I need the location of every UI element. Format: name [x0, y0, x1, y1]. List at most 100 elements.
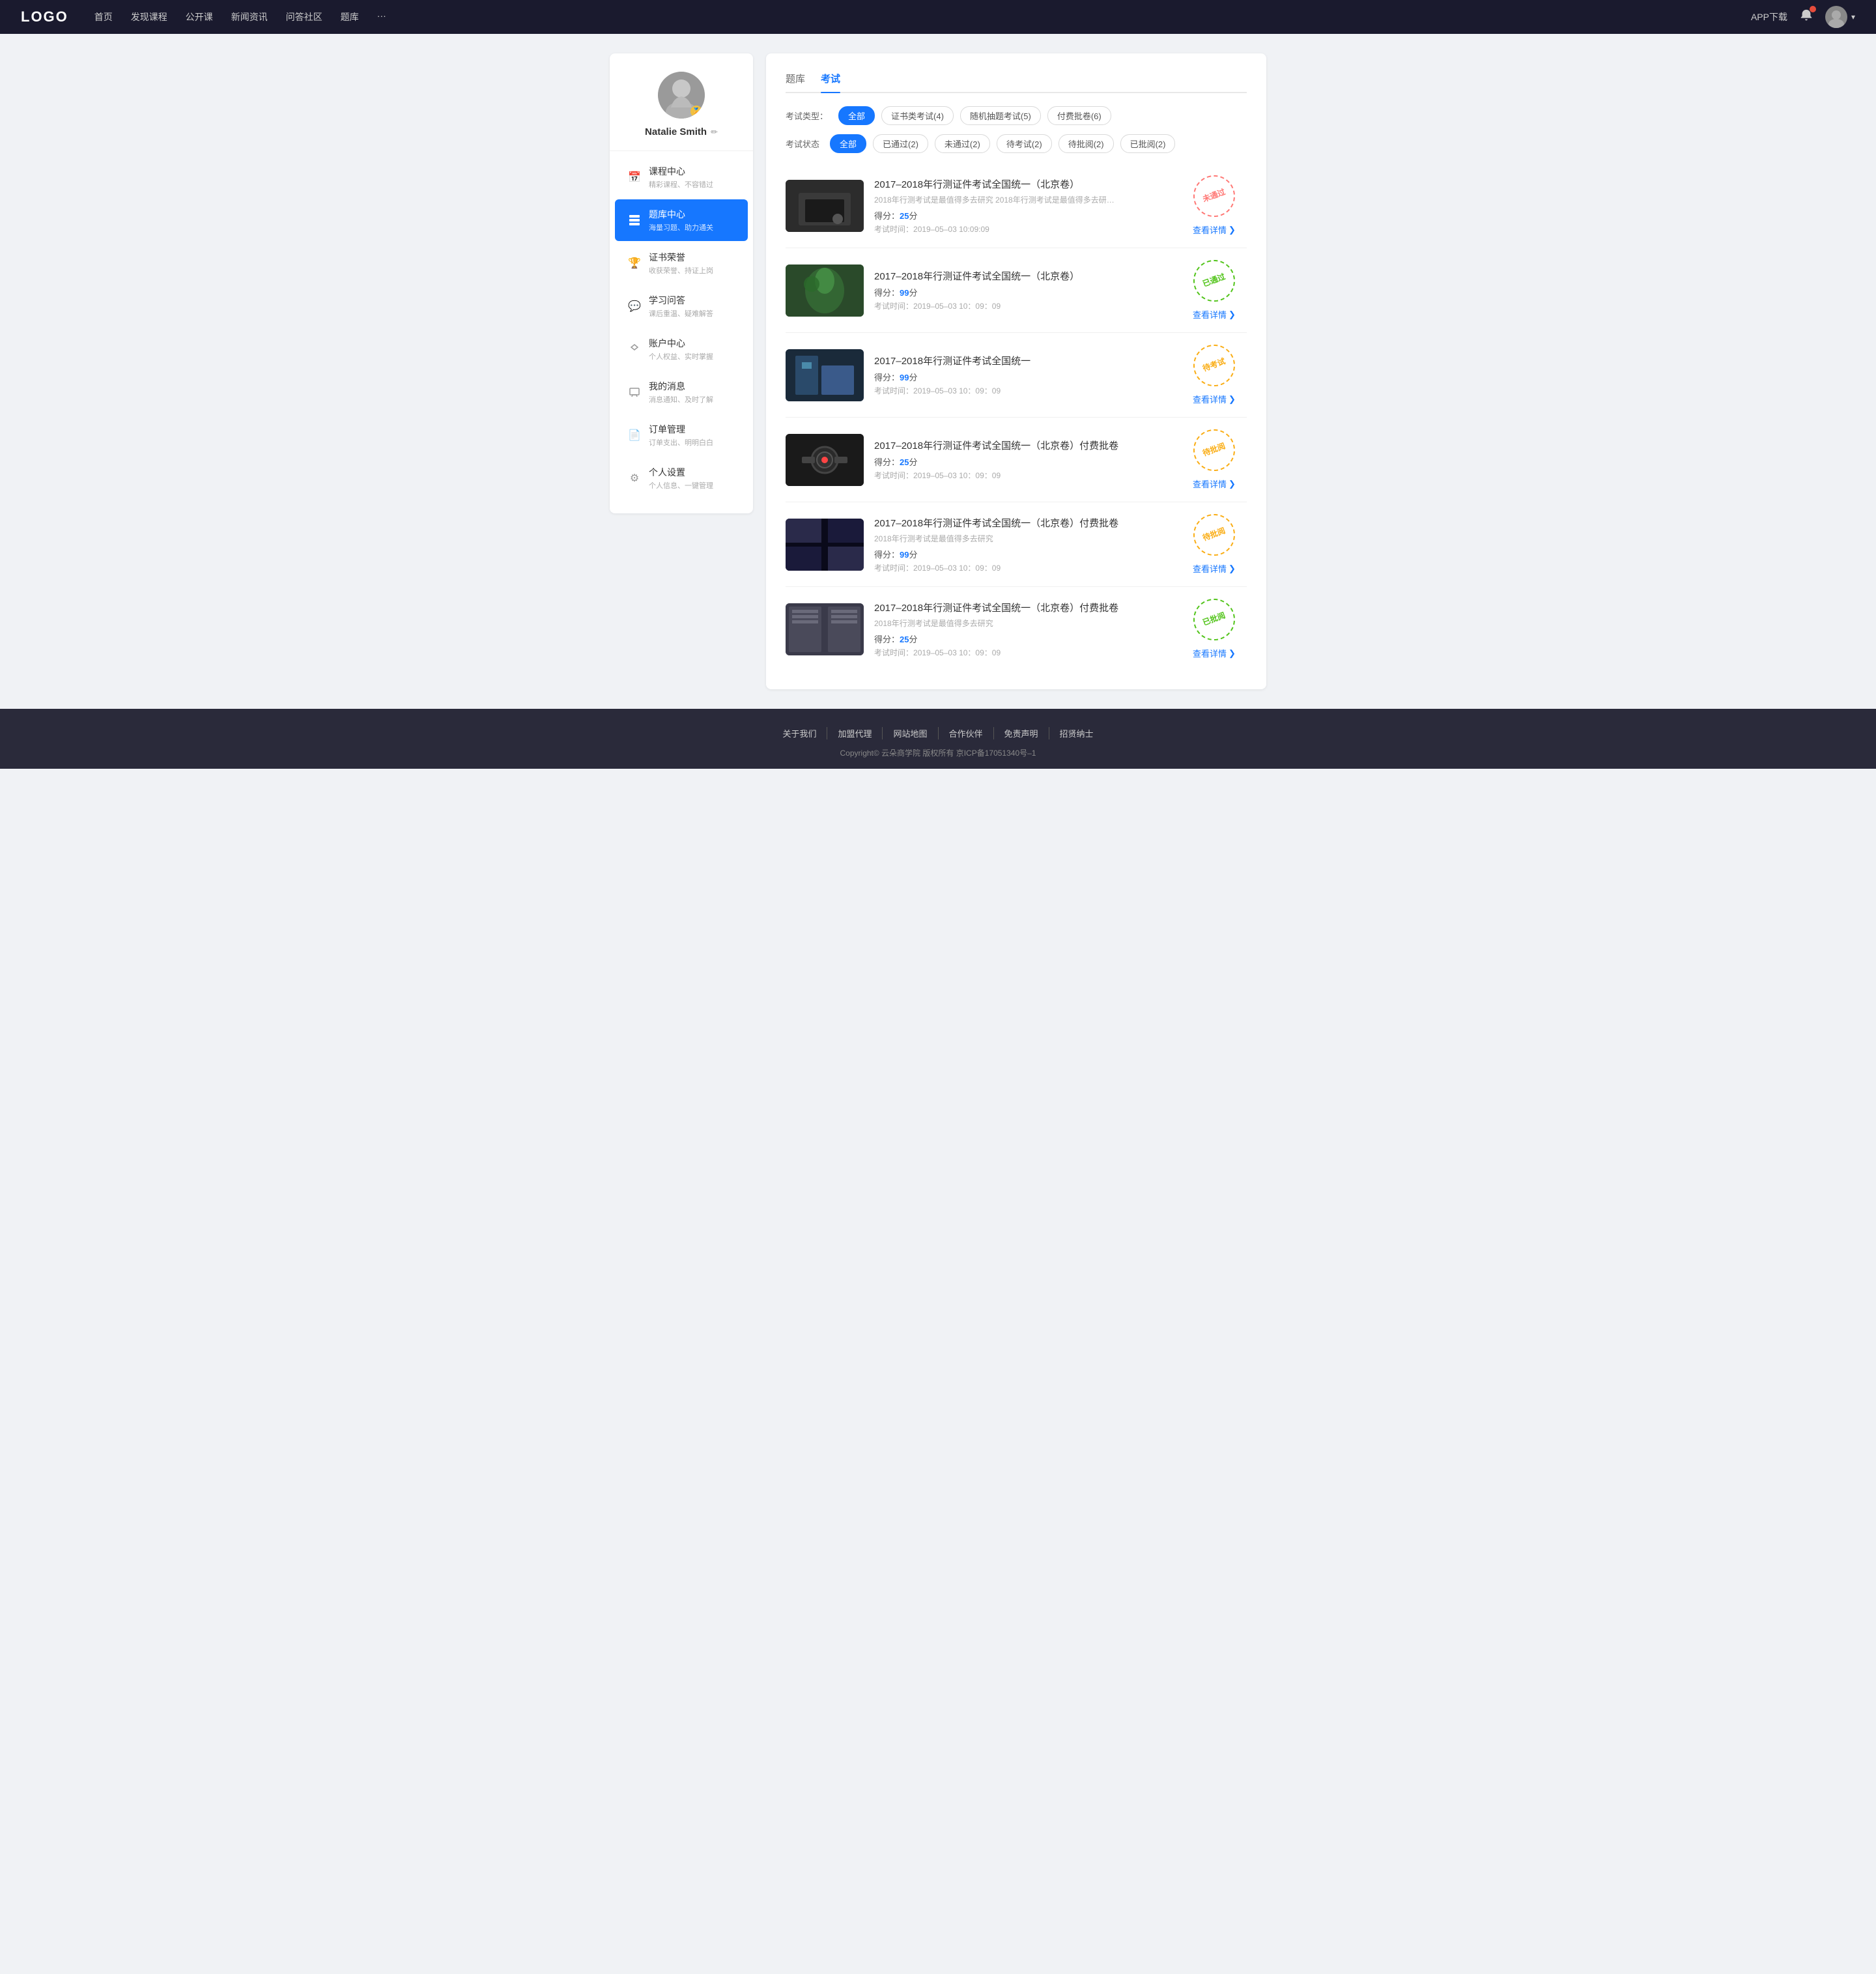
- exam-title: 2017–2018年行测证件考试全国统一（北京卷）: [874, 269, 1171, 283]
- exam-item: 2017–2018年行测证件考试全国统一（北京卷）付费批卷 2018年行测考试是…: [786, 587, 1247, 671]
- view-detail-button[interactable]: 查看详情 ❯: [1193, 478, 1236, 490]
- footer-link-join[interactable]: 加盟代理: [827, 727, 883, 739]
- sidebar-item-label: 账户中心: [649, 337, 713, 350]
- filter-status-label: 考试状态: [786, 137, 819, 150]
- sidebar-item-sub: 海量习题、助力通关: [649, 222, 713, 233]
- sidebar-item-settings[interactable]: ⚙ 个人设置 个人信息、一键管理: [615, 457, 748, 499]
- filter-status-row: 考试状态 全部 已通过(2) 未通过(2) 待考试(2) 待批阅(2) 已批阅(…: [786, 134, 1247, 153]
- filter-type-all[interactable]: 全部: [838, 106, 875, 125]
- exam-list: 2017–2018年行测证件考试全国统一（北京卷） 2018年行测考试是最值得多…: [786, 164, 1247, 671]
- view-detail-button[interactable]: 查看详情 ❯: [1193, 562, 1236, 575]
- filter-type-random[interactable]: 随机抽题考试(5): [960, 106, 1041, 125]
- exam-item: 2017–2018年行测证件考试全国统一（北京卷）付费批卷 得分：25分 考试时…: [786, 418, 1247, 502]
- footer-copyright: Copyright© 云朵商学院 版权所有 京ICP备17051340号–1: [0, 747, 1876, 758]
- exam-status-stamp: 待考试: [1187, 339, 1241, 392]
- filter-type-cert[interactable]: 证书类考试(4): [881, 106, 954, 125]
- sidebar-item-sub: 课后重温、疑难解答: [649, 308, 713, 319]
- settings-icon: ⚙: [628, 472, 641, 485]
- sidebar-item-course-center[interactable]: 📅 课程中心 精彩课程、不容错过: [615, 156, 748, 198]
- arrow-right-icon: ❯: [1229, 564, 1236, 574]
- footer-link-disclaimer[interactable]: 免责声明: [994, 727, 1049, 739]
- user-menu-button[interactable]: ▾: [1825, 6, 1855, 28]
- nav-more[interactable]: ···: [377, 10, 386, 23]
- header-right: APP下载 ▾: [1751, 6, 1855, 28]
- exam-info: 2017–2018年行测证件考试全国统一（北京卷） 得分：99分 考试时间：20…: [874, 269, 1171, 311]
- exam-right: 待批阅 查看详情 ❯: [1182, 429, 1247, 490]
- footer-link-about[interactable]: 关于我们: [772, 727, 827, 739]
- notification-bell-button[interactable]: [1799, 8, 1813, 26]
- view-detail-button[interactable]: 查看详情 ❯: [1193, 393, 1236, 405]
- exam-title: 2017–2018年行测证件考试全国统一（北京卷）付费批卷: [874, 601, 1171, 614]
- sidebar-item-label: 学习问答: [649, 294, 713, 307]
- exam-time: 考试时间：2019–05–03 10：09：09: [874, 647, 1171, 658]
- exam-item: 2017–2018年行测证件考试全国统一（北京卷）付费批卷 2018年行测考试是…: [786, 502, 1247, 587]
- exam-info: 2017–2018年行测证件考试全国统一（北京卷）付费批卷 2018年行测考试是…: [874, 601, 1171, 658]
- exam-thumbnail: [786, 180, 864, 232]
- sidebar-item-sub: 精彩课程、不容错过: [649, 179, 713, 190]
- chevron-down-icon: ▾: [1851, 12, 1855, 21]
- question-bank-icon: [628, 214, 641, 227]
- view-detail-button[interactable]: 查看详情 ❯: [1193, 223, 1236, 236]
- exam-right: 待考试 查看详情 ❯: [1182, 345, 1247, 405]
- avatar-icon: [1825, 6, 1847, 28]
- filter-status-all[interactable]: 全部: [830, 134, 866, 153]
- sidebar-item-certificate[interactable]: 🏆 证书荣誉 收获荣誉、持证上岗: [615, 242, 748, 284]
- filter-status-pending-review[interactable]: 待批阅(2): [1059, 134, 1114, 153]
- arrow-right-icon: ❯: [1229, 225, 1236, 235]
- account-icon: [628, 343, 641, 356]
- footer-link-careers[interactable]: 招贤纳士: [1049, 727, 1104, 739]
- main-content: 题库 考试 考试类型： 全部 证书类考试(4) 随机抽题考试(5) 付费批卷(6…: [766, 53, 1266, 689]
- sidebar: 🏅 Natalie Smith ✏ 📅 课程中心 精彩课程、不容错过: [610, 53, 753, 513]
- orders-icon: 📄: [628, 429, 641, 442]
- view-detail-button[interactable]: 查看详情 ❯: [1193, 647, 1236, 659]
- nav-opencourse[interactable]: 公开课: [186, 10, 213, 23]
- qa-icon: 💬: [628, 300, 641, 313]
- exam-thumbnail: [786, 265, 864, 317]
- sidebar-item-account[interactable]: 账户中心 个人权益、实时掌握: [615, 328, 748, 370]
- profile-avatar: 🏅: [658, 72, 705, 119]
- sidebar-item-orders[interactable]: 📄 订单管理 订单支出、明明白白: [615, 414, 748, 456]
- view-detail-button[interactable]: 查看详情 ❯: [1193, 308, 1236, 321]
- nav-news[interactable]: 新闻资讯: [231, 10, 268, 23]
- footer-link-sitemap[interactable]: 网站地图: [883, 727, 938, 739]
- notification-badge: [1810, 6, 1816, 12]
- messages-icon: [628, 386, 641, 399]
- sidebar-item-sub: 个人权益、实时掌握: [649, 351, 713, 362]
- nav-discover[interactable]: 发现课程: [131, 10, 167, 23]
- exam-status-stamp: 已批阅: [1187, 593, 1241, 646]
- arrow-right-icon: ❯: [1229, 309, 1236, 320]
- exam-time: 考试时间：2019–05–03 10：09：09: [874, 562, 1171, 573]
- exam-right: 待批阅 查看详情 ❯: [1182, 514, 1247, 575]
- filter-status-reviewed[interactable]: 已批阅(2): [1120, 134, 1176, 153]
- exam-right: 未通过 查看详情 ❯: [1182, 175, 1247, 236]
- exam-score: 得分：99分: [874, 371, 1171, 383]
- exam-info: 2017–2018年行测证件考试全国统一（北京卷）付费批卷 2018年行测考试是…: [874, 516, 1171, 573]
- app-download-button[interactable]: APP下载: [1751, 10, 1787, 23]
- sidebar-item-label: 个人设置: [649, 466, 713, 479]
- exam-score: 得分：25分: [874, 633, 1171, 645]
- sidebar-item-question-bank[interactable]: 题库中心 海量习题、助力通关: [615, 199, 748, 241]
- filter-type-paid[interactable]: 付费批卷(6): [1047, 106, 1111, 125]
- nav-questionbank[interactable]: 题库: [341, 10, 359, 23]
- exam-status-stamp: 待批阅: [1187, 423, 1241, 477]
- sidebar-item-qa[interactable]: 💬 学习问答 课后重温、疑难解答: [615, 285, 748, 327]
- exam-title: 2017–2018年行测证件考试全国统一（北京卷）付费批卷: [874, 516, 1171, 530]
- edit-profile-icon[interactable]: ✏: [711, 127, 718, 137]
- sidebar-item-sub: 订单支出、明明白白: [649, 437, 713, 448]
- tab-exam[interactable]: 考试: [821, 72, 840, 92]
- nav-home[interactable]: 首页: [94, 10, 113, 23]
- nav-qa[interactable]: 问答社区: [286, 10, 322, 23]
- footer-link-partner[interactable]: 合作伙伴: [939, 727, 994, 739]
- course-center-icon: 📅: [628, 171, 641, 184]
- exam-status-stamp: 待批阅: [1187, 508, 1241, 562]
- filter-status-failed[interactable]: 未通过(2): [935, 134, 990, 153]
- filter-status-pending[interactable]: 待考试(2): [997, 134, 1052, 153]
- tab-question-bank[interactable]: 题库: [786, 72, 805, 92]
- sidebar-item-label: 证书荣誉: [649, 251, 713, 264]
- arrow-right-icon: ❯: [1229, 479, 1236, 489]
- filter-status-passed[interactable]: 已通过(2): [873, 134, 928, 153]
- exam-item: 2017–2018年行测证件考试全国统一（北京卷） 得分：99分 考试时间：20…: [786, 248, 1247, 333]
- exam-score: 得分：99分: [874, 286, 1171, 298]
- sidebar-item-messages[interactable]: 我的消息 消息通知、及时了解: [615, 371, 748, 413]
- exam-score: 得分：25分: [874, 209, 1171, 222]
